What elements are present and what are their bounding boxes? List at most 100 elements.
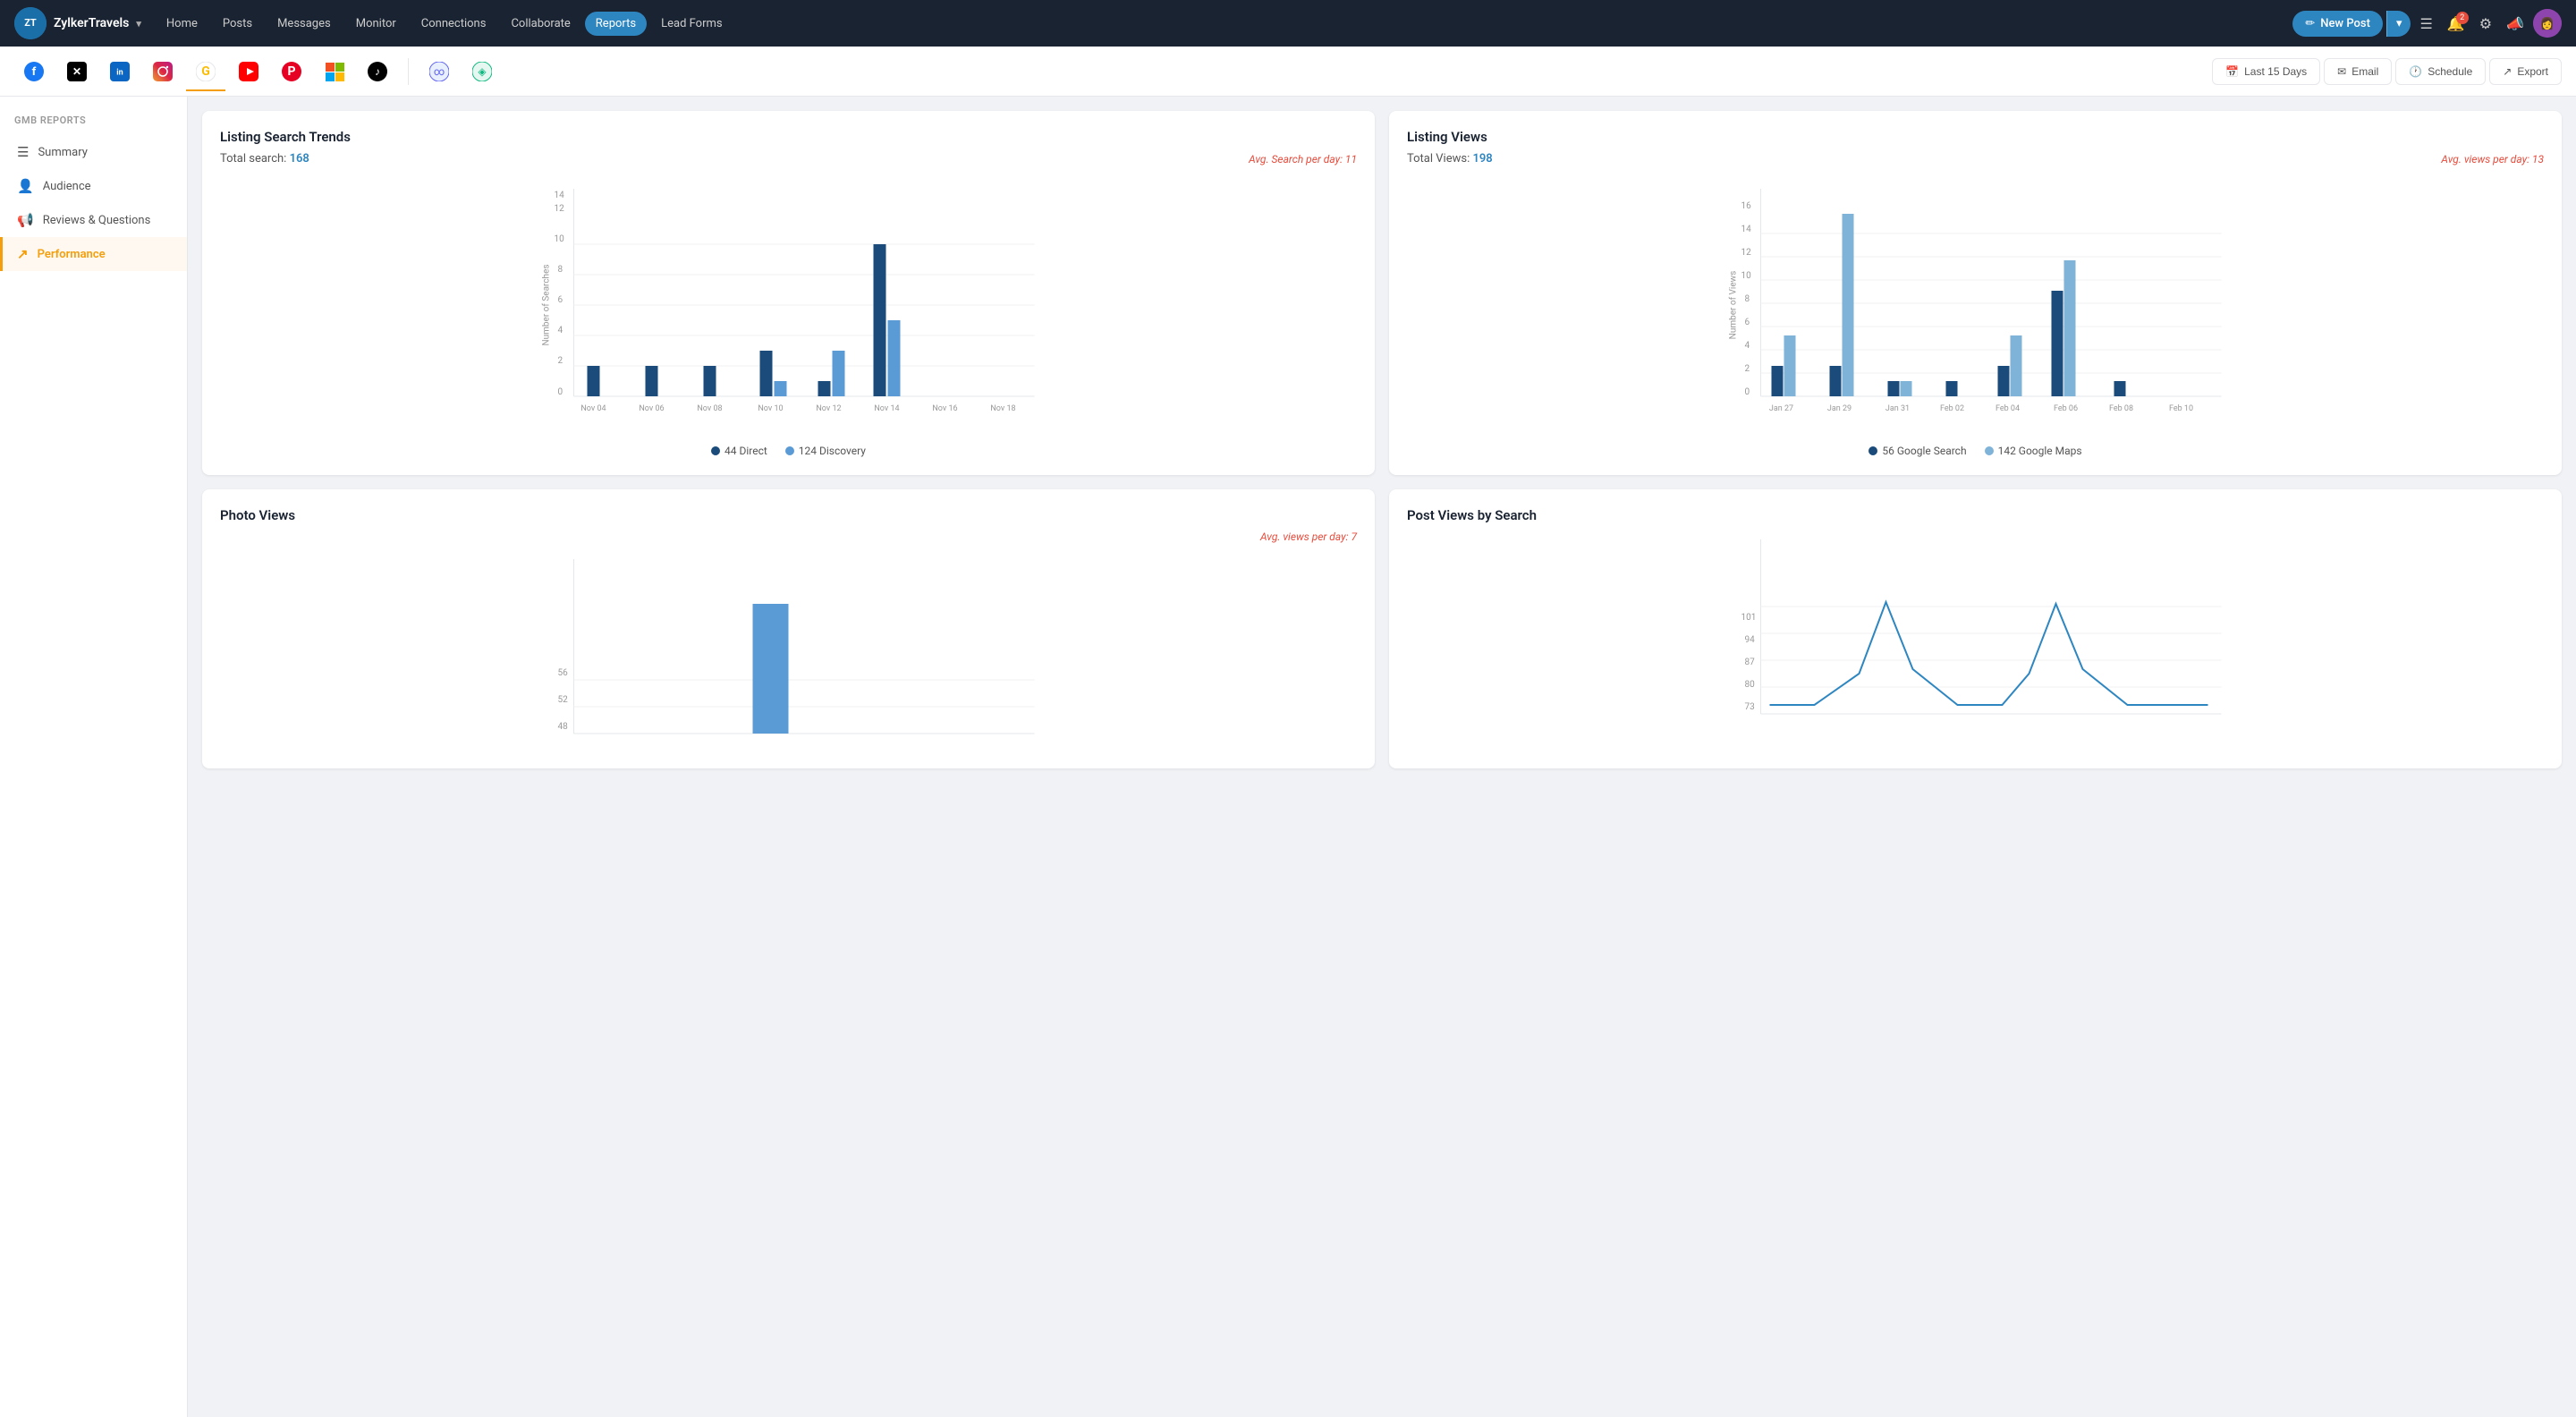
svg-text:2: 2 xyxy=(558,356,564,366)
svg-text:👩: 👩 xyxy=(2540,17,2555,31)
listing-views-stats: Total Views: 198 Avg. views per day: 13 xyxy=(1407,152,2544,165)
summary-icon: ☰ xyxy=(17,144,29,160)
audience-icon: 👤 xyxy=(17,178,34,194)
schedule-icon: 🕐 xyxy=(2409,65,2422,78)
legend-google-search: 56 Google Search xyxy=(1868,445,1966,457)
svg-text:101: 101 xyxy=(1741,613,1757,623)
svg-text:0: 0 xyxy=(1745,387,1750,397)
svg-text:8: 8 xyxy=(1745,294,1750,304)
social-icons-bar: f ✕ in G P ♪ ∞ ◈ 📅 Last 15 Days xyxy=(0,47,2576,97)
svg-text:✕: ✕ xyxy=(72,64,81,77)
svg-text:12: 12 xyxy=(555,204,565,214)
nav-collaborate[interactable]: Collaborate xyxy=(500,12,580,36)
performance-icon: ↗ xyxy=(17,246,29,262)
social-icon-microsoft[interactable] xyxy=(315,52,354,91)
listing-search-svg: 0 2 4 6 8 10 12 14 xyxy=(220,180,1357,430)
main-layout: GMB REPORTS ☰ Summary 👤 Audience 📢 Revie… xyxy=(0,97,2576,1417)
social-icon-facebook[interactable]: f xyxy=(14,52,54,91)
new-post-dropdown[interactable]: ▾ xyxy=(2386,11,2411,37)
export-button[interactable]: ↗ Export xyxy=(2489,58,2562,85)
listing-search-total-label: Total search: xyxy=(220,152,286,165)
menu-icon[interactable]: ☰ xyxy=(2414,10,2437,38)
svg-text:16: 16 xyxy=(1741,201,1752,211)
photo-views-svg: 48 52 56 xyxy=(220,550,1357,747)
sidebar-item-performance[interactable]: ↗ Performance xyxy=(0,237,187,271)
listing-views-card: Listing Views Total Views: 198 Avg. view… xyxy=(1389,111,2562,475)
brand-dropdown-icon[interactable]: ▾ xyxy=(136,18,141,30)
sidebar-section-label: GMB REPORTS xyxy=(0,115,187,135)
legend-google-maps: 142 Google Maps xyxy=(1985,445,2082,457)
svg-text:Jan 29: Jan 29 xyxy=(1827,404,1852,413)
social-icon-extra1[interactable]: ∞ xyxy=(419,52,459,91)
svg-text:14: 14 xyxy=(1741,225,1752,234)
nav-connections[interactable]: Connections xyxy=(411,12,497,36)
photo-views-chart: 48 52 56 xyxy=(220,550,1357,751)
email-button[interactable]: ✉ Email xyxy=(2324,58,2392,85)
svg-text:Feb 02: Feb 02 xyxy=(1940,404,1964,413)
legend-google-maps-label: 142 Google Maps xyxy=(1998,445,2082,457)
sidebar-item-reviews[interactable]: 📢 Reviews & Questions xyxy=(0,203,187,237)
schedule-label: Schedule xyxy=(2428,65,2472,78)
announcement-icon[interactable]: 📣 xyxy=(2501,10,2529,38)
svg-text:ZT: ZT xyxy=(24,17,37,29)
legend-google-search-label: 56 Google Search xyxy=(1882,445,1966,457)
nav-home[interactable]: Home xyxy=(156,12,208,36)
notifications-icon[interactable]: 🔔 2 xyxy=(2442,10,2470,38)
svg-text:4: 4 xyxy=(1745,341,1750,351)
social-icon-linkedin[interactable]: in xyxy=(100,52,140,91)
social-icon-google-business[interactable]: G xyxy=(186,52,225,91)
svg-text:6: 6 xyxy=(1745,318,1750,327)
photo-views-card: Photo Views Avg. views per day: 7 48 52 … xyxy=(202,489,1375,768)
new-post-label: New Post xyxy=(2320,17,2370,30)
legend-discovery-label: 124 Discovery xyxy=(799,445,866,457)
schedule-button[interactable]: 🕐 Schedule xyxy=(2395,58,2486,85)
nav-lead-forms[interactable]: Lead Forms xyxy=(650,12,733,36)
reviews-icon: 📢 xyxy=(17,212,34,228)
svg-text:87: 87 xyxy=(1745,658,1756,667)
svg-text:14: 14 xyxy=(555,191,565,200)
social-icon-extra2[interactable]: ◈ xyxy=(462,52,502,91)
date-range-button[interactable]: 📅 Last 15 Days xyxy=(2212,58,2320,85)
svg-text:∞: ∞ xyxy=(434,64,445,77)
svg-text:Number of Searches: Number of Searches xyxy=(541,264,552,345)
svg-text:56: 56 xyxy=(558,668,569,678)
nav-posts[interactable]: Posts xyxy=(212,12,263,36)
svg-text:6: 6 xyxy=(558,295,564,305)
post-views-card: Post Views by Search 73 80 87 94 101 xyxy=(1389,489,2562,768)
nav-monitor[interactable]: Monitor xyxy=(345,12,407,36)
svg-text:Number of Views: Number of Views xyxy=(1728,271,1739,340)
settings-icon[interactable]: ⚙ xyxy=(2474,10,2497,38)
listing-search-total-value: 168 xyxy=(290,152,309,165)
social-icon-youtube[interactable] xyxy=(229,52,268,91)
sidebar-item-audience[interactable]: 👤 Audience xyxy=(0,169,187,203)
svg-text:Feb 04: Feb 04 xyxy=(1996,404,2020,413)
svg-text:Nov 16: Nov 16 xyxy=(932,404,957,413)
svg-text:♪: ♪ xyxy=(375,64,380,77)
sidebar-item-summary-label: Summary xyxy=(38,146,87,159)
post-views-chart: 73 80 87 94 101 xyxy=(1407,530,2544,731)
nav-reports[interactable]: Reports xyxy=(585,12,647,36)
top-action-buttons: 📅 Last 15 Days ✉ Email 🕐 Schedule ↗ Expo… xyxy=(2212,58,2562,85)
legend-direct-label: 44 Direct xyxy=(724,445,767,457)
notification-badge: 2 xyxy=(2456,12,2469,24)
svg-text:Feb 08: Feb 08 xyxy=(2109,404,2133,413)
user-avatar[interactable]: 👩 xyxy=(2533,9,2562,38)
export-label: Export xyxy=(2517,65,2548,78)
brand-logo-area[interactable]: ZT ZylkerTravels ▾ xyxy=(14,7,141,39)
social-icon-tiktok[interactable]: ♪ xyxy=(358,52,397,91)
sidebar: GMB REPORTS ☰ Summary 👤 Audience 📢 Revie… xyxy=(0,97,188,1417)
social-icon-pinterest[interactable]: P xyxy=(272,52,311,91)
social-divider xyxy=(408,58,409,85)
svg-text:10: 10 xyxy=(555,234,565,244)
svg-text:8: 8 xyxy=(558,265,564,275)
nav-messages[interactable]: Messages xyxy=(267,12,342,36)
social-icon-instagram[interactable] xyxy=(143,52,182,91)
listing-views-svg: 0 2 4 6 8 10 12 14 16 xyxy=(1407,180,2544,430)
svg-text:Nov 10: Nov 10 xyxy=(758,404,783,413)
new-post-button[interactable]: ✏ New Post xyxy=(2292,11,2383,37)
svg-text:Nov 06: Nov 06 xyxy=(639,404,664,413)
listing-search-total: Total search: 168 xyxy=(220,152,309,165)
sidebar-item-summary[interactable]: ☰ Summary xyxy=(0,135,187,169)
social-icon-twitter-x[interactable]: ✕ xyxy=(57,52,97,91)
listing-views-legend: 56 Google Search 142 Google Maps xyxy=(1407,445,2544,457)
